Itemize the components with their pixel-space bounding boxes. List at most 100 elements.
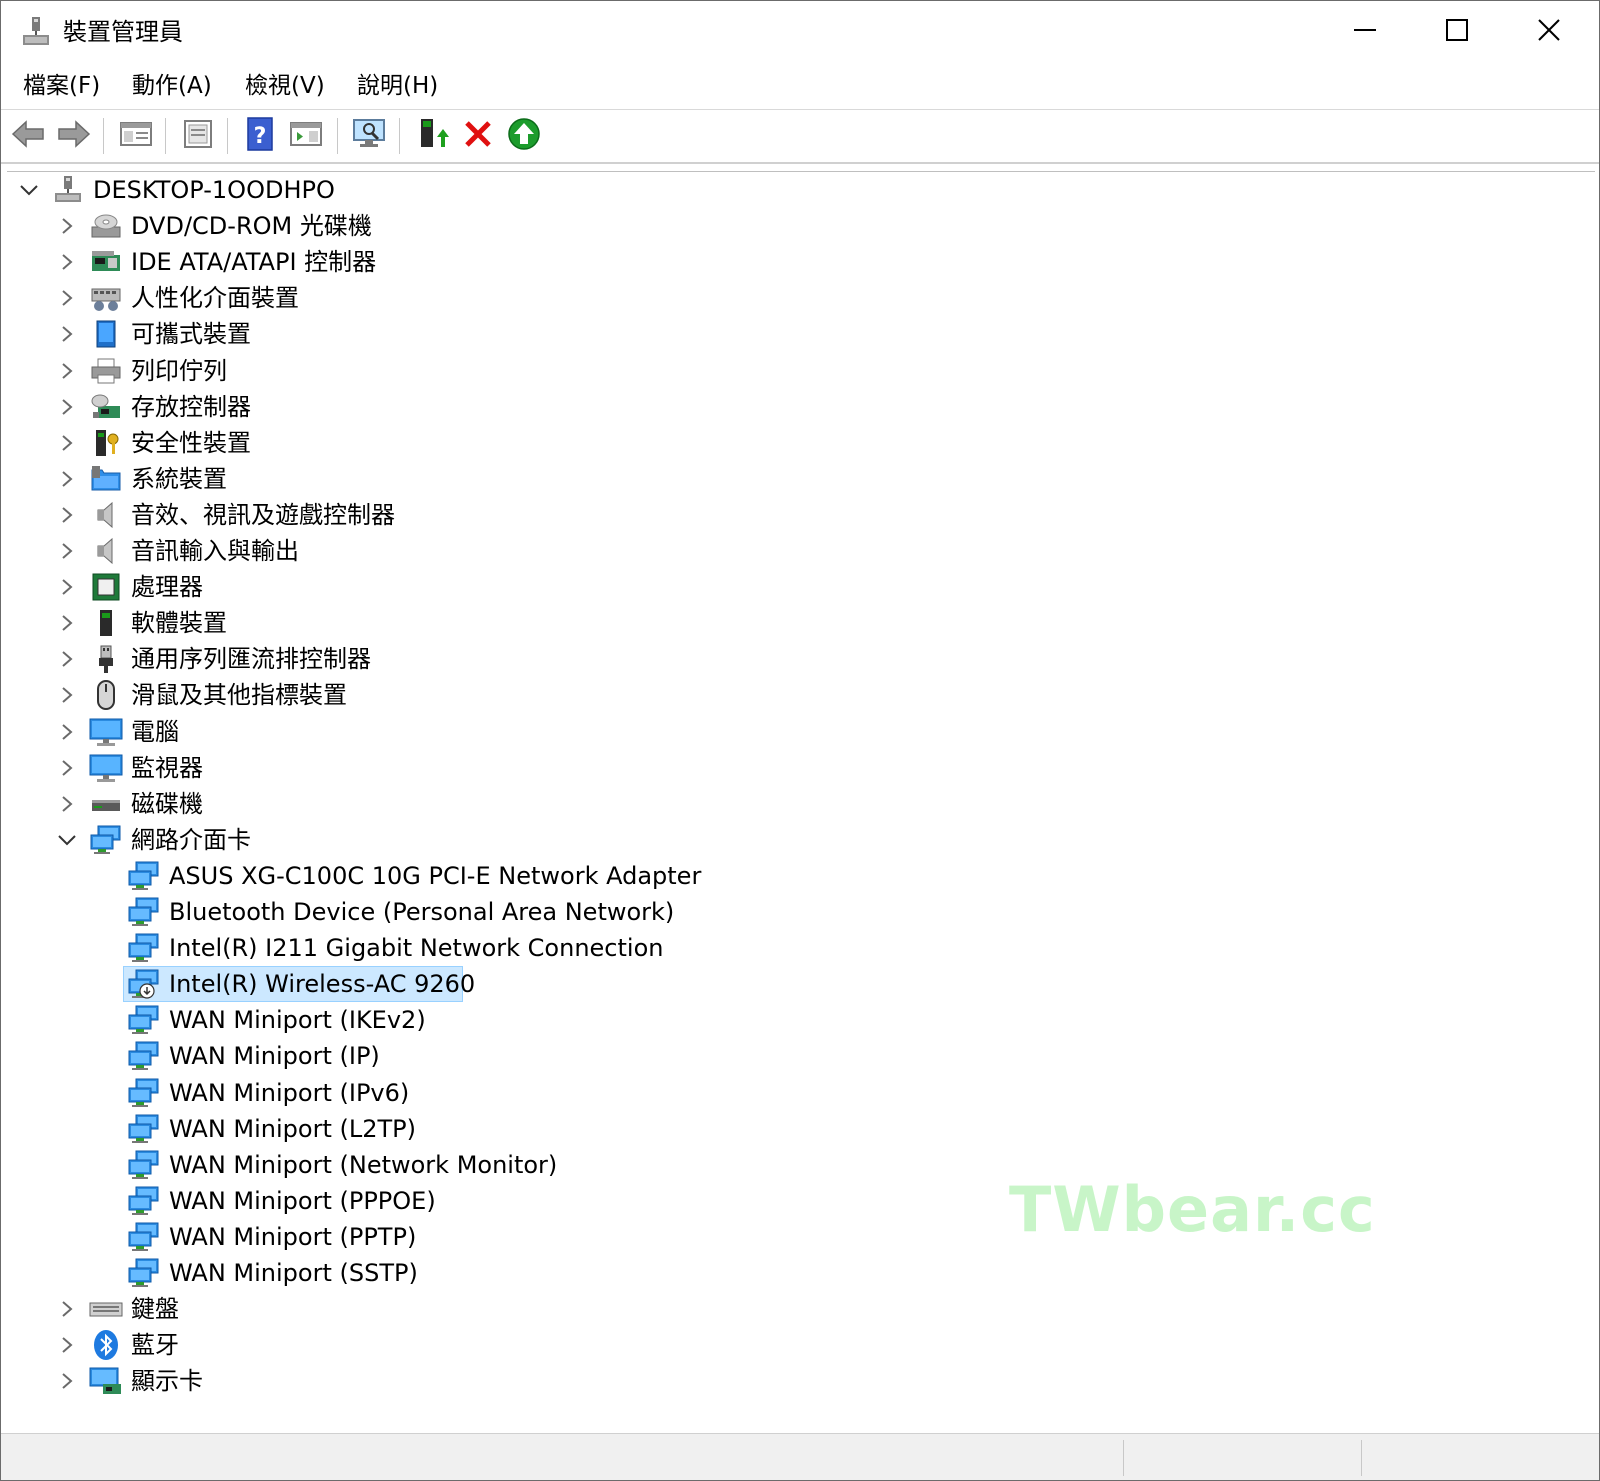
tree-item-label: 顯示卡 xyxy=(131,1367,203,1396)
network-adapter-icon xyxy=(127,1184,161,1218)
back-button[interactable] xyxy=(9,118,47,154)
enable-device-icon xyxy=(507,117,541,155)
tree-category[interactable]: 電腦 xyxy=(7,714,1587,750)
tree-item-label: 滑鼠及其他指標裝置 xyxy=(131,681,347,710)
tree-category[interactable]: 藍牙 xyxy=(7,1327,1587,1363)
menu-help[interactable]: 說明(H) xyxy=(353,69,442,103)
tree-item-label: 電腦 xyxy=(131,717,179,746)
tree-category[interactable]: 安全性裝置 xyxy=(7,425,1587,461)
network-adapter-icon xyxy=(127,931,161,965)
chevron-right-icon[interactable] xyxy=(57,541,77,561)
tree-category[interactable]: 磁碟機 xyxy=(7,786,1587,822)
menu-view[interactable]: 檢視(V) xyxy=(241,69,329,103)
tree-item-label: DVD/CD-ROM 光碟機 xyxy=(131,212,372,241)
maximize-button[interactable] xyxy=(1411,1,1503,63)
tree-category[interactable]: 可攜式裝置 xyxy=(7,316,1587,352)
network-adapter-icon xyxy=(127,967,161,1001)
network-adapter-item[interactable]: Intel(R) Wireless-AC 9260 xyxy=(7,966,1587,1003)
chevron-right-icon[interactable] xyxy=(57,613,77,633)
chevron-right-icon[interactable] xyxy=(57,649,77,669)
chevron-down-icon[interactable] xyxy=(57,830,77,850)
chevron-right-icon[interactable] xyxy=(57,433,77,453)
tree-category[interactable]: 系統裝置 xyxy=(7,461,1587,497)
tree-category[interactable]: IDE ATA/ATAPI 控制器 xyxy=(7,244,1587,280)
tree-item-label: 存放控制器 xyxy=(131,392,251,421)
properties-icon xyxy=(181,119,215,153)
chevron-right-icon[interactable] xyxy=(57,469,77,489)
chevron-right-icon[interactable] xyxy=(57,685,77,705)
chevron-right-icon[interactable] xyxy=(57,794,77,814)
tree-item-label: Intel(R) Wireless-AC 9260 xyxy=(169,970,476,999)
uninstall-icon xyxy=(463,119,493,153)
tree-category[interactable]: 軟體裝置 xyxy=(7,605,1587,641)
disk-drive-icon xyxy=(89,787,123,821)
network-adapter-icon xyxy=(127,1076,161,1110)
tree-category[interactable]: 滑鼠及其他指標裝置 xyxy=(7,677,1587,713)
tree-category[interactable]: 監視器 xyxy=(7,750,1587,786)
tree-root-computer[interactable]: DESKTOP-1OODHPO xyxy=(7,172,1587,208)
chevron-right-icon[interactable] xyxy=(57,252,77,272)
chevron-right-icon[interactable] xyxy=(57,324,77,344)
properties-button[interactable] xyxy=(179,118,217,154)
toolbar-separator xyxy=(227,118,228,154)
menu-file[interactable]: 檔案(F) xyxy=(19,69,104,103)
chevron-right-icon[interactable] xyxy=(57,1299,77,1319)
uninstall-button[interactable] xyxy=(459,118,497,154)
action-pane-button[interactable] xyxy=(287,118,325,154)
network-adapter-item[interactable]: ASUS XG-C100C 10G PCI-E Network Adapter xyxy=(7,858,1587,894)
chevron-right-icon[interactable] xyxy=(57,722,77,742)
network-adapter-item[interactable]: Bluetooth Device (Personal Area Network) xyxy=(7,894,1587,930)
tree-item-label: WAN Miniport (PPTP) xyxy=(169,1222,417,1251)
scan-hardware-button[interactable] xyxy=(351,118,389,154)
network-adapter-item[interactable]: WAN Miniport (IKEv2) xyxy=(7,1002,1587,1038)
chevron-right-icon[interactable] xyxy=(57,216,77,236)
tree-category[interactable]: 列印佇列 xyxy=(7,353,1587,389)
help-button[interactable]: ? xyxy=(241,117,279,154)
network-adapter-item[interactable]: WAN Miniport (SSTP) xyxy=(7,1255,1587,1291)
forward-button[interactable] xyxy=(55,118,93,154)
tree-category[interactable]: DVD/CD-ROM 光碟機 xyxy=(7,208,1587,244)
tree-category[interactable]: 人性化介面裝置 xyxy=(7,280,1587,316)
chevron-right-icon[interactable] xyxy=(57,288,77,308)
chevron-right-icon[interactable] xyxy=(57,505,77,525)
toolbar-separator xyxy=(399,118,400,154)
chevron-down-icon[interactable] xyxy=(19,180,39,200)
enable-device-button[interactable] xyxy=(505,118,543,154)
processor-icon xyxy=(89,570,123,604)
tree-category[interactable]: 處理器 xyxy=(7,569,1587,605)
tree-category[interactable]: 音訊輸入與輸出 xyxy=(7,533,1587,569)
minimize-button[interactable] xyxy=(1319,1,1411,63)
chevron-right-icon[interactable] xyxy=(57,758,77,778)
tree-category[interactable]: 存放控制器 xyxy=(7,389,1587,425)
update-driver-button[interactable] xyxy=(413,118,451,154)
maximize-icon xyxy=(1445,18,1469,46)
chevron-right-icon[interactable] xyxy=(57,361,77,381)
network-adapter-item[interactable]: Intel(R) I211 Gigabit Network Connection xyxy=(7,930,1587,966)
close-button[interactable] xyxy=(1503,1,1595,63)
tree-category[interactable]: 通用序列匯流排控制器 xyxy=(7,641,1587,677)
network-adapter-icon xyxy=(127,1220,161,1254)
chevron-right-icon[interactable] xyxy=(57,577,77,597)
usb-icon xyxy=(89,642,123,676)
tree-category[interactable]: 鍵盤 xyxy=(7,1291,1587,1327)
tree-item-label: 通用序列匯流排控制器 xyxy=(131,645,371,674)
tree-item-label: 音效、視訊及遊戲控制器 xyxy=(131,500,395,529)
software-device-icon xyxy=(89,606,123,640)
tree-category[interactable]: 顯示卡 xyxy=(7,1363,1587,1399)
tree-category[interactable]: 音效、視訊及遊戲控制器 xyxy=(7,497,1587,533)
chevron-right-icon[interactable] xyxy=(57,1371,77,1391)
chevron-right-icon[interactable] xyxy=(57,397,77,417)
back-icon xyxy=(11,119,45,153)
network-adapter-item[interactable]: WAN Miniport (IPv6) xyxy=(7,1075,1587,1111)
show-hide-tree-button[interactable] xyxy=(117,118,155,154)
network-adapter-item[interactable]: WAN Miniport (L2TP) xyxy=(7,1111,1587,1147)
network-adapter-item[interactable]: WAN Miniport (IP) xyxy=(7,1038,1587,1074)
toolbar-separator xyxy=(103,118,104,154)
chevron-right-icon[interactable] xyxy=(57,1335,77,1355)
svg-text:?: ? xyxy=(254,124,267,149)
menu-action[interactable]: 動作(A) xyxy=(128,69,216,103)
tree-item-label: 音訊輸入與輸出 xyxy=(131,537,299,565)
tree-category-network[interactable]: 網路介面卡 xyxy=(7,822,1587,858)
tree-item-label: Bluetooth Device (Personal Area Network) xyxy=(169,898,675,926)
title-bar[interactable]: 裝置管理員 xyxy=(1,1,1599,63)
